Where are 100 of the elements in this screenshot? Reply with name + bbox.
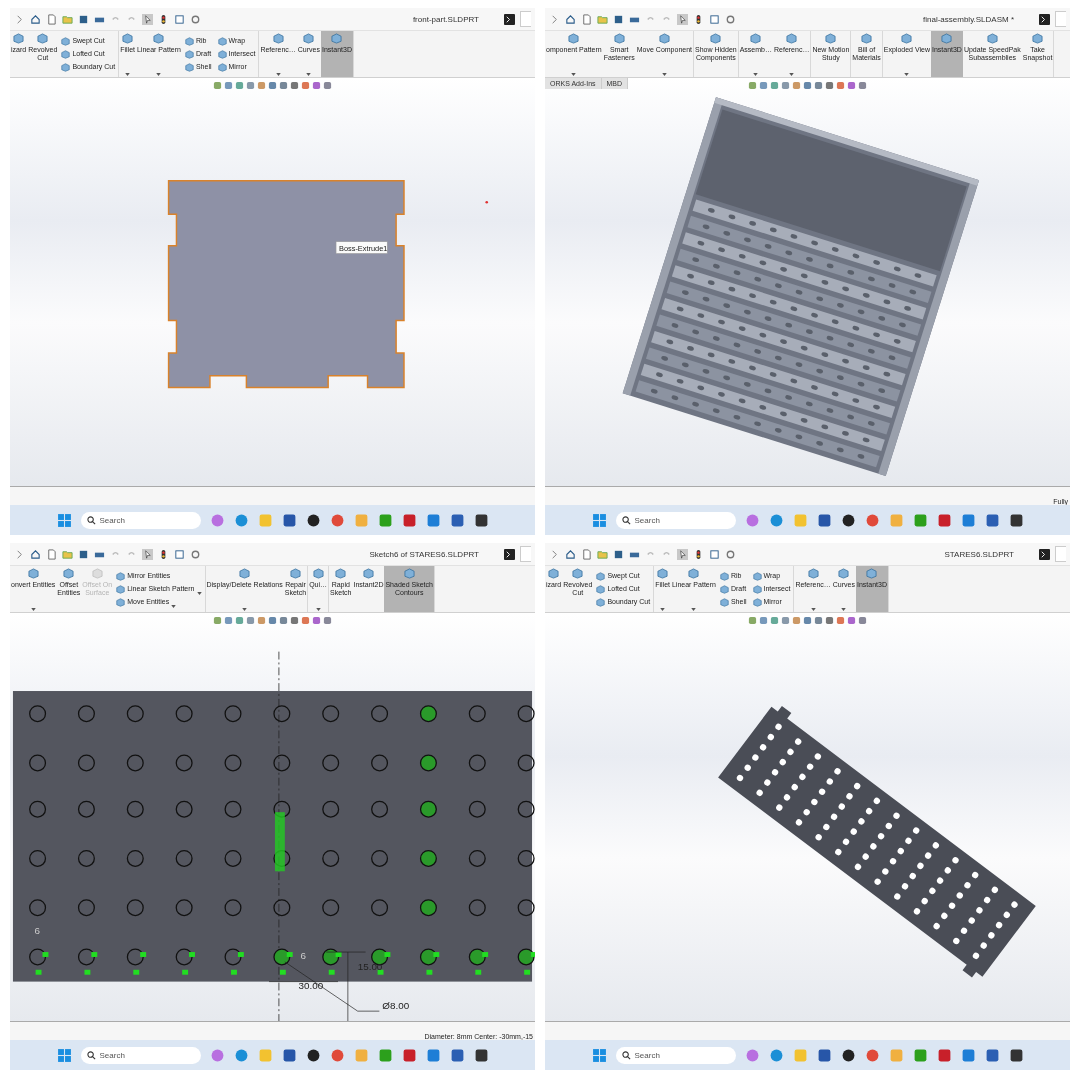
save-icon[interactable] <box>78 548 89 560</box>
diamond-logo-icon[interactable] <box>1008 1047 1024 1063</box>
round-logo-icon[interactable] <box>377 1047 393 1063</box>
select-arrow-icon[interactable] <box>677 13 688 25</box>
home-icon[interactable] <box>565 13 576 25</box>
pin-icon[interactable] <box>549 13 560 25</box>
document-icon[interactable] <box>449 512 465 528</box>
open-folder-icon[interactable] <box>62 548 73 560</box>
circle-logo-icon[interactable] <box>233 1047 249 1063</box>
document-icon[interactable] <box>984 512 1000 528</box>
circle-badge-icon[interactable] <box>840 1047 856 1063</box>
search-field[interactable]: Search <box>615 511 736 529</box>
dimension-label[interactable]: 6 <box>34 925 41 937</box>
circle-logo-icon[interactable] <box>233 512 249 528</box>
save-icon[interactable] <box>78 13 89 25</box>
cube-logo-icon[interactable] <box>401 512 417 528</box>
panel-icon[interactable] <box>709 13 720 25</box>
document-icon[interactable] <box>984 1047 1000 1063</box>
pin-icon[interactable] <box>14 548 25 560</box>
circle-badge-icon[interactable] <box>305 1047 321 1063</box>
cube-logo-icon[interactable] <box>401 1047 417 1063</box>
sketch-circle <box>29 849 47 867</box>
select-arrow-icon[interactable] <box>142 13 153 25</box>
cube-icon <box>866 568 878 579</box>
colorful-swirl-icon[interactable] <box>744 1047 760 1063</box>
panel-icon[interactable] <box>174 548 185 560</box>
grid-tile-icon[interactable] <box>281 512 297 528</box>
windows-logo-icon[interactable] <box>591 1047 607 1063</box>
round-logo-icon[interactable] <box>377 512 393 528</box>
settings-icon[interactable] <box>725 548 736 560</box>
command-search-field[interactable] <box>1055 11 1066 27</box>
grid-tile-icon[interactable] <box>816 512 832 528</box>
save-icon[interactable] <box>613 13 624 25</box>
sketch-circle <box>29 800 47 818</box>
home-icon[interactable] <box>30 13 41 25</box>
grid-tile-icon[interactable] <box>816 1047 832 1063</box>
cube-icon <box>335 568 347 579</box>
new-document-icon[interactable] <box>46 548 57 560</box>
panel-icon[interactable] <box>709 548 720 560</box>
circle-badge-icon[interactable] <box>305 512 321 528</box>
command-search-field[interactable] <box>520 11 531 27</box>
diamond-logo-icon[interactable] <box>473 512 489 528</box>
new-document-icon[interactable] <box>46 13 57 25</box>
command-search-field[interactable] <box>520 546 531 562</box>
cube-icon <box>901 33 913 44</box>
colorful-swirl-icon[interactable] <box>744 512 760 528</box>
cube-logo-icon[interactable] <box>936 1047 952 1063</box>
document-icon[interactable] <box>449 1047 465 1063</box>
terminal-icon[interactable] <box>1039 548 1050 560</box>
circle-badge-icon[interactable] <box>840 512 856 528</box>
terminal-icon[interactable] <box>504 13 515 25</box>
cube-icon <box>825 33 837 44</box>
terminal-icon[interactable] <box>504 548 515 560</box>
search-field[interactable]: Search <box>615 1046 736 1064</box>
command-search-field[interactable] <box>1055 546 1066 562</box>
search-field[interactable]: Search <box>80 1046 201 1064</box>
round-logo-icon[interactable] <box>912 1047 928 1063</box>
open-folder-icon[interactable] <box>62 13 73 25</box>
chevron-logo-icon[interactable] <box>960 512 976 528</box>
point-marker <box>485 201 488 204</box>
chevron-logo-icon[interactable] <box>425 512 441 528</box>
cube-logo-icon[interactable] <box>936 512 952 528</box>
windows-logo-icon[interactable] <box>56 1047 72 1063</box>
settings-icon[interactable] <box>725 13 736 25</box>
diamond-logo-icon[interactable] <box>1008 512 1024 528</box>
grid-tile-icon[interactable] <box>281 1047 297 1063</box>
terminal-icon[interactable] <box>1039 13 1050 25</box>
dimension-label[interactable]: 6 <box>300 949 307 961</box>
dimension-label[interactable]: Ø8.00 <box>382 1000 410 1012</box>
panel-icon[interactable] <box>174 13 185 25</box>
open-folder-icon[interactable] <box>597 13 608 25</box>
new-document-icon[interactable] <box>581 548 592 560</box>
windows-logo-icon[interactable] <box>591 512 607 528</box>
save-icon[interactable] <box>613 548 624 560</box>
sketch-circle <box>419 800 437 818</box>
search-field[interactable]: Search <box>80 511 201 529</box>
circle-logo-icon[interactable] <box>768 512 784 528</box>
chevron-logo-icon[interactable] <box>425 1047 441 1063</box>
colorful-swirl-icon[interactable] <box>209 512 225 528</box>
new-document-icon[interactable] <box>581 13 592 25</box>
cube-icon <box>750 33 762 44</box>
select-arrow-icon[interactable] <box>142 548 153 560</box>
colorful-swirl-icon[interactable] <box>209 1047 225 1063</box>
round-logo-icon[interactable] <box>912 512 928 528</box>
diamond-logo-icon[interactable] <box>473 1047 489 1063</box>
chevron-logo-icon[interactable] <box>960 1047 976 1063</box>
sketch-circle <box>371 849 389 867</box>
pin-icon[interactable] <box>549 548 560 560</box>
open-folder-icon[interactable] <box>597 548 608 560</box>
pin-icon[interactable] <box>14 13 25 25</box>
caret-icon <box>275 73 281 76</box>
circle-logo-icon[interactable] <box>768 1047 784 1063</box>
settings-icon[interactable] <box>190 548 201 560</box>
settings-icon[interactable] <box>190 13 201 25</box>
search-icon <box>86 1050 96 1060</box>
select-arrow-icon[interactable] <box>677 548 688 560</box>
home-icon[interactable] <box>565 548 576 560</box>
home-icon[interactable] <box>30 548 41 560</box>
dimension-label[interactable]: 30.00 <box>298 980 324 992</box>
windows-logo-icon[interactable] <box>56 512 72 528</box>
